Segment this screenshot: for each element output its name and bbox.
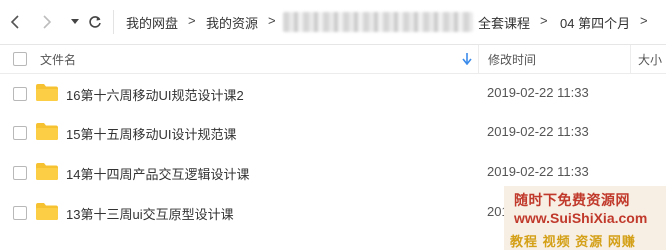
row-checkbox[interactable] <box>13 166 27 180</box>
folder-icon <box>36 123 58 140</box>
file-name[interactable]: 16第十六周移动UI规范设计课2 <box>66 85 244 104</box>
toolbar-divider <box>113 10 114 34</box>
column-header-size[interactable]: 大小 <box>638 51 662 68</box>
file-name[interactable]: 13第十三周ui交互原型设计课 <box>66 204 234 223</box>
breadcrumb-item-my-resources[interactable]: 我的资源 <box>206 13 258 32</box>
folder-icon <box>36 163 58 180</box>
file-row[interactable]: 15第十五周移动UI设计规范课 2019-02-22 11:33 <box>0 113 666 152</box>
refresh-button[interactable] <box>84 10 106 34</box>
breadcrumb-separator: > <box>640 13 648 28</box>
chevron-left-icon <box>10 15 19 29</box>
file-list-header: 文件名 修改时间 大小 <box>0 45 666 74</box>
breadcrumb-separator: > <box>540 13 548 28</box>
breadcrumb-item-month-four[interactable]: 04 第四个月 <box>560 13 630 32</box>
back-button[interactable] <box>4 10 26 34</box>
chevron-right-icon <box>43 15 52 29</box>
column-divider <box>478 45 479 73</box>
breadcrumb-item-courses[interactable]: 全套课程 <box>478 13 530 32</box>
watermark-tagline: 教程 视频 资源 网赚 <box>510 234 636 249</box>
column-divider <box>630 45 631 73</box>
history-dropdown-button[interactable] <box>64 10 86 34</box>
refresh-icon <box>89 16 101 28</box>
row-checkbox[interactable] <box>13 87 27 101</box>
row-checkbox[interactable] <box>13 206 27 220</box>
file-modified-time: 2019-02-22 11:33 <box>487 164 589 179</box>
file-name[interactable]: 14第十四周产品交互逻辑设计课 <box>66 164 249 183</box>
file-modified-time: 2019-02-22 11:33 <box>487 85 589 100</box>
watermark-title: 随时下免费资源网 <box>514 192 630 208</box>
select-all-checkbox[interactable] <box>13 52 27 66</box>
breadcrumb-separator: > <box>268 13 276 28</box>
column-header-modified[interactable]: 修改时间 <box>488 51 536 68</box>
breadcrumb-item-my-disk[interactable]: 我的网盘 <box>126 13 178 32</box>
sort-arrow-down-icon[interactable] <box>462 53 472 65</box>
watermark-url: www.SuiShiXia.com <box>514 210 648 226</box>
breadcrumb-blurred-segment <box>283 12 473 32</box>
folder-icon <box>36 84 58 101</box>
navigation-bar: 我的网盘 > 我的资源 > 全套课程 > 04 第四个月 > <box>0 0 666 45</box>
watermark-logo: 随时下免费资源网 www.SuiShiXia.com 教程 视频 资源 网赚 <box>504 186 666 250</box>
caret-down-icon <box>71 19 79 24</box>
file-name[interactable]: 15第十五周移动UI设计规范课 <box>66 124 236 143</box>
file-row[interactable]: 16第十六周移动UI规范设计课2 2019-02-22 11:33 <box>0 74 666 113</box>
column-header-name[interactable]: 文件名 <box>40 51 76 68</box>
forward-button[interactable] <box>36 10 58 34</box>
breadcrumb-separator: > <box>188 13 196 28</box>
file-modified-time: 2019-02-22 11:33 <box>487 124 589 139</box>
folder-icon <box>36 203 58 220</box>
row-checkbox[interactable] <box>13 126 27 140</box>
